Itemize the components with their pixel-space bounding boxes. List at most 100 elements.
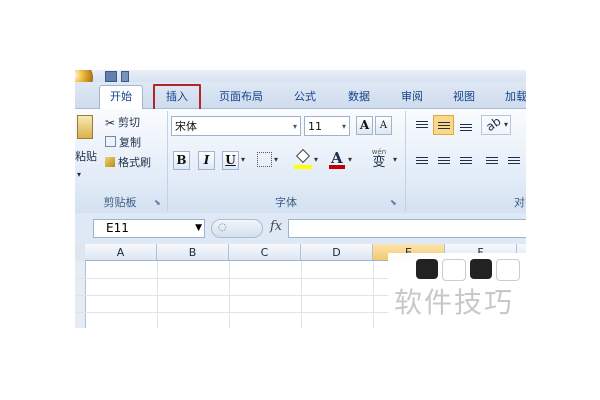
cut-button[interactable]: ✂ 剪切 [105, 115, 140, 131]
font-name-value: 宋体 [175, 120, 197, 133]
watermark-logo-block [442, 259, 466, 281]
copy-icon [105, 136, 116, 147]
tab-insert[interactable]: 插入 [153, 84, 201, 111]
shrink-font-label: A [379, 120, 388, 131]
formula-bar: E11 ▼ ◌ fx [75, 214, 526, 244]
italic-label: I [203, 153, 210, 167]
chevron-down-icon: ▾ [341, 122, 346, 131]
increase-indent-button[interactable] [503, 151, 524, 171]
watermark-logo-block [470, 259, 492, 279]
font-size-value: 11 [308, 120, 322, 133]
tab-data[interactable]: 数据 [339, 86, 379, 107]
align-bottom-button[interactable] [455, 115, 476, 135]
grow-font-button[interactable]: A [356, 116, 373, 135]
align-right-icon [460, 157, 472, 166]
chevron-down-icon: ▾ [292, 122, 297, 131]
fill-color-swatch [294, 165, 312, 169]
border-dropdown-icon[interactable]: ▾ [274, 155, 278, 164]
column-header[interactable]: A [85, 244, 157, 261]
underline-dropdown-icon[interactable]: ▾ [241, 155, 245, 164]
font-launcher-icon[interactable]: ⬊ [390, 198, 397, 207]
align-middle-icon [438, 122, 450, 129]
align-left-button[interactable] [411, 151, 432, 171]
format-painter-label: 格式刷 [118, 156, 151, 169]
formula-bar-splitter[interactable]: ◌ [211, 219, 263, 238]
align-right-button[interactable] [455, 151, 476, 171]
tab-page-layout[interactable]: 页面布局 [211, 86, 271, 107]
column-line [157, 261, 158, 328]
save-icon[interactable] [105, 71, 117, 82]
bold-button[interactable]: B [173, 151, 190, 170]
align-center-icon [438, 157, 450, 166]
decrease-indent-button[interactable] [481, 151, 502, 171]
fill-color-icon[interactable] [295, 148, 311, 164]
align-bottom-icon [460, 124, 472, 131]
ribbon: 粘贴 ▾ ✂ 剪切 复制 格式刷 剪贴板 ⬊ 宋体 ▾ 11 ▾ A A B I U … [75, 109, 526, 213]
clipboard-group-label: 剪贴板 [103, 196, 137, 209]
font-color-dropdown-icon[interactable]: ▾ [348, 155, 352, 164]
separator [167, 111, 168, 211]
clipboard-launcher-icon[interactable]: ⬊ [154, 198, 161, 207]
shrink-font-button[interactable]: A [375, 116, 392, 135]
grow-font-label: A [359, 118, 370, 132]
cut-label: 剪切 [118, 116, 140, 129]
column-line [373, 261, 374, 328]
font-name-select[interactable]: 宋体 ▾ [171, 116, 301, 136]
align-top-button[interactable] [411, 115, 432, 135]
scissors-icon: ✂ [105, 116, 116, 130]
formula-input[interactable] [288, 219, 526, 238]
column-header[interactable]: C [229, 244, 301, 261]
name-box[interactable]: E11 ▼ [93, 219, 205, 238]
quick-access-toolbar [75, 70, 526, 94]
font-color-swatch [329, 165, 345, 169]
watermark-logo-block [496, 259, 520, 281]
column-line [229, 261, 230, 328]
format-painter-icon [105, 157, 115, 167]
column-line [301, 261, 302, 328]
tab-view[interactable]: 视图 [444, 86, 484, 107]
align-center-button[interactable] [433, 151, 454, 171]
tab-home[interactable]: 开始 [99, 85, 143, 109]
watermark-logo-block [416, 259, 438, 279]
tab-review[interactable]: 审阅 [392, 86, 432, 107]
phonetic-dropdown-icon[interactable]: ▾ [393, 155, 397, 164]
increase-indent-icon [508, 157, 520, 166]
paste-button[interactable]: 粘贴 [75, 149, 97, 165]
bold-label: B [176, 153, 187, 167]
watermark-text: 软件技巧 [394, 286, 515, 319]
orientation-icon: ab [483, 113, 504, 135]
font-size-select[interactable]: 11 ▾ [304, 116, 350, 136]
border-icon[interactable] [257, 152, 272, 167]
paste-icon[interactable] [77, 115, 93, 139]
paste-dropdown-icon[interactable]: ▾ [77, 167, 81, 183]
watermark: 软件技巧 [388, 253, 528, 328]
copy-label: 复制 [119, 136, 141, 149]
alignment-group-label: 对齐方 [514, 196, 526, 209]
tab-formulas[interactable]: 公式 [285, 86, 325, 107]
format-painter-button[interactable]: 格式刷 [105, 155, 151, 171]
insert-function-button[interactable]: fx [270, 219, 282, 234]
expand-icon: ◌ [218, 222, 227, 233]
ribbon-tabs: 开始 插入 页面布局 公式 数据 审阅 视图 加载 [75, 82, 526, 111]
separator [405, 111, 406, 211]
column-header[interactable]: B [157, 244, 229, 261]
italic-button[interactable]: I [198, 151, 215, 170]
name-box-value: E11 [106, 221, 129, 235]
tab-add-ins[interactable]: 加载 [496, 86, 526, 107]
decrease-indent-icon [486, 157, 498, 166]
align-middle-button[interactable] [433, 115, 454, 135]
undo-icon[interactable] [121, 71, 129, 82]
chevron-down-icon: ▼ [195, 223, 202, 233]
fill-dropdown-icon[interactable]: ▾ [314, 155, 318, 164]
align-top-icon [416, 121, 428, 128]
column-header[interactable]: D [301, 244, 373, 261]
font-group-label: 字体 [275, 196, 297, 209]
underline-label: U [225, 153, 236, 167]
phonetic-label: 变 [372, 155, 386, 170]
underline-button[interactable]: U [222, 151, 239, 170]
orientation-button[interactable]: ab ▾ [481, 113, 511, 135]
copy-button[interactable]: 复制 [105, 135, 141, 151]
chevron-down-icon: ▾ [503, 120, 508, 129]
align-left-icon [416, 157, 428, 166]
phonetic-guide-button[interactable]: wén 变 [366, 149, 392, 171]
